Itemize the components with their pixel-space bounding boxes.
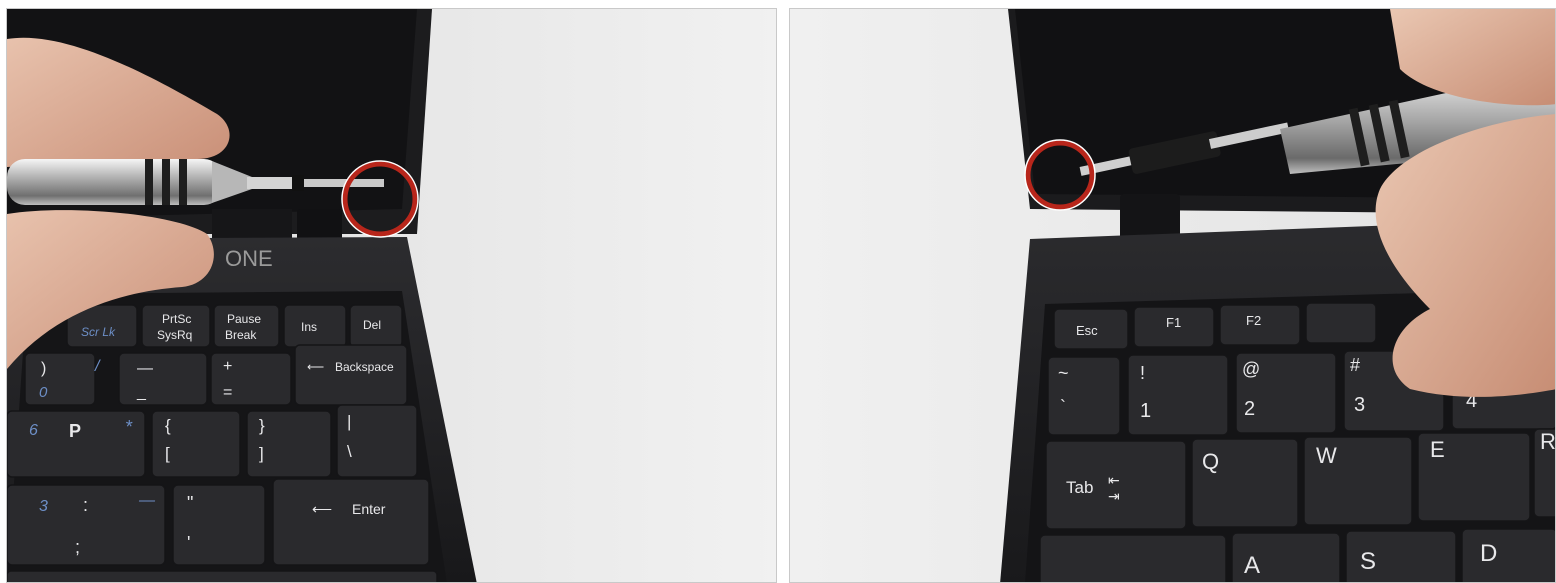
svg-text:#: #	[1350, 355, 1360, 375]
svg-text:Scr Lk: Scr Lk	[81, 325, 116, 339]
svg-text:@: @	[1242, 359, 1260, 379]
key-tab: Tab ⇤⇥	[1045, 440, 1187, 530]
svg-text:[: [	[165, 444, 170, 463]
svg-text:—: —	[137, 360, 153, 377]
svg-text:~: ~	[1058, 363, 1069, 383]
key-f1: F1	[1133, 306, 1215, 348]
key-1: !1	[1127, 354, 1229, 436]
svg-text:]: ]	[259, 444, 264, 463]
svg-text:Break: Break	[225, 328, 257, 342]
svg-text:PrtSc: PrtSc	[162, 312, 191, 326]
svg-text:): )	[41, 360, 46, 377]
svg-text:D: D	[1480, 540, 1497, 567]
svg-text:': '	[187, 533, 190, 553]
svg-text:⇥: ⇥	[1108, 488, 1120, 504]
key-2: @2	[1235, 352, 1337, 434]
photo-left: ONE Scr Lk PrtSc SysRq Pause Break Ins Del…	[6, 8, 777, 583]
photo-right-scene: Esc F1 F2 ~` !1 @2 #3 4 Tab ⇤⇥ Q W E R A …	[790, 9, 1556, 582]
svg-text:Backspace: Backspace	[335, 360, 394, 374]
svg-text:3: 3	[1354, 394, 1365, 416]
key-ins: Ins	[283, 304, 347, 348]
svg-text:A: A	[1244, 552, 1260, 579]
svg-text:*: *	[125, 417, 133, 437]
svg-text:⇤: ⇤	[1108, 472, 1120, 488]
key-e: E	[1417, 432, 1531, 522]
photo-right: Esc F1 F2 ~ ` ! 1 @2 #3 4 Tab ⇤ ⇥ Q W E R A …	[789, 8, 1556, 583]
key-r: R	[1533, 428, 1556, 518]
svg-text:F2: F2	[1246, 313, 1261, 328]
svg-text:}: }	[259, 416, 265, 435]
svg-text:R: R	[1540, 429, 1556, 454]
svg-text:;: ;	[75, 537, 80, 557]
svg-text:F1: F1	[1166, 315, 1181, 330]
key-q: Q	[1191, 438, 1299, 528]
key-equals: +=	[210, 352, 292, 406]
key-0: )0/	[24, 352, 101, 406]
key-backspace: ⟵ Backspace	[294, 344, 408, 406]
key-prtsc: PrtSc SysRq	[141, 304, 211, 348]
svg-text:P: P	[69, 421, 81, 441]
svg-text:+: +	[223, 358, 232, 375]
key-bracket-left: {[	[151, 410, 241, 478]
svg-text:6: 6	[29, 422, 38, 439]
key-s: S	[1345, 530, 1457, 582]
key-pause: Pause Break	[213, 304, 280, 348]
svg-text:—: —	[138, 492, 156, 509]
key-a: A	[1231, 532, 1341, 582]
key-p: 6 P *	[7, 410, 146, 478]
key-f2: F2	[1219, 304, 1301, 346]
svg-text:_: _	[136, 384, 147, 401]
key-bracket-right: }]	[246, 410, 332, 478]
svg-text:S: S	[1360, 548, 1376, 575]
svg-text:!: !	[1140, 363, 1145, 383]
svg-text::: :	[83, 495, 88, 515]
svg-text:2: 2	[1244, 398, 1255, 420]
svg-text:Q: Q	[1202, 449, 1219, 474]
svg-text:⟵: ⟵	[307, 360, 324, 374]
svg-text:": "	[187, 493, 193, 513]
svg-text:⟵: ⟵	[312, 501, 332, 517]
svg-text:Ins: Ins	[301, 320, 317, 334]
svg-text:1: 1	[1140, 400, 1151, 422]
key-backslash: |\	[336, 404, 418, 478]
svg-text:0: 0	[39, 384, 48, 401]
key-d: D	[1461, 528, 1555, 582]
brand-logo-partial: ONE	[225, 246, 273, 271]
svg-text:W: W	[1316, 443, 1337, 468]
key-w: W	[1303, 436, 1413, 526]
svg-text:|: |	[347, 412, 351, 431]
svg-text:Del: Del	[363, 318, 381, 332]
key-tilde: ~`	[1047, 356, 1121, 436]
photo-left-scene: ONE Scr Lk PrtSc SysRq Pause Break Ins Del…	[7, 9, 776, 582]
key-del: Del	[349, 304, 403, 348]
svg-text:`: `	[1060, 397, 1066, 417]
svg-text:{: {	[165, 416, 171, 435]
svg-text:Enter: Enter	[352, 501, 386, 517]
key-semicolon: 3:; —	[7, 484, 166, 566]
svg-text:Esc: Esc	[1076, 323, 1098, 338]
key-esc: Esc	[1053, 308, 1129, 350]
svg-text:\: \	[347, 442, 352, 461]
key-enter: ⟵ Enter	[272, 478, 430, 566]
svg-text:Tab: Tab	[1066, 478, 1093, 497]
svg-text:Pause: Pause	[227, 312, 261, 326]
svg-text:=: =	[223, 384, 232, 401]
svg-text:SysRq: SysRq	[157, 328, 192, 342]
key-minus: —_	[118, 352, 208, 406]
svg-text:3: 3	[39, 498, 48, 515]
key-quote: "'	[172, 484, 266, 566]
svg-text:E: E	[1430, 437, 1445, 462]
